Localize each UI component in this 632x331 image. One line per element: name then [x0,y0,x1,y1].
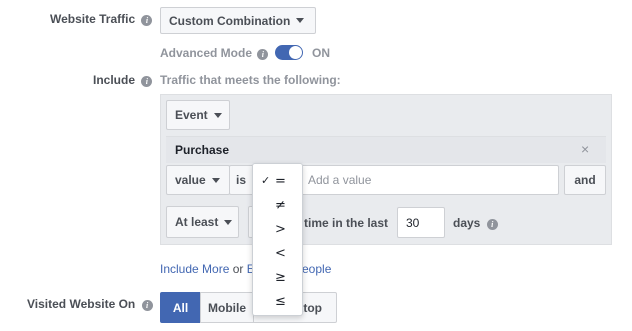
checkmark-icon: ✓ [261,174,271,187]
website-traffic-label: Website Traffic i [50,12,153,26]
frequency-select[interactable]: At least [166,206,239,238]
advanced-mode-state: ON [312,46,330,60]
include-description: Traffic that meets the following: [160,73,341,87]
operator-option-greater-or-equal[interactable]: ≥ [253,266,302,290]
operator-option-less-or-equal[interactable]: ≤ [253,290,302,314]
parameter-select[interactable]: value [166,165,230,195]
info-icon[interactable]: i [257,49,269,60]
close-icon[interactable]: × [581,141,589,157]
advanced-mode-label: Advanced Mode i [160,46,269,60]
operator-dropdown-menu: ✓ = ≠ > < ≥ ≤ [252,163,303,316]
event-header [166,136,606,163]
include-more-link[interactable]: Include More [160,262,229,276]
value-input[interactable] [299,165,559,195]
or-text: or [232,262,244,276]
website-traffic-select[interactable]: Custom Combination [160,7,316,34]
event-select-value: Event [175,108,208,122]
caret-down-icon [296,18,305,23]
event-select[interactable]: Event [166,100,230,130]
caret-down-icon [211,177,220,183]
operator-select-value: is [236,173,247,187]
and-button[interactable]: and [564,165,606,195]
info-icon[interactable]: i [486,219,498,230]
caret-down-icon [213,112,222,118]
include-exclude-links: Include More or E [160,262,255,276]
info-icon[interactable]: i [141,76,153,87]
parameter-select-value: value [175,173,206,187]
device-option-all[interactable]: All [160,292,201,323]
info-icon[interactable]: i [141,15,153,26]
operator-option-greater-than[interactable]: > [253,218,302,242]
website-traffic-value: Custom Combination [169,13,291,28]
frequency-select-value: At least [175,215,219,229]
advanced-mode-toggle[interactable] [275,45,303,60]
days-input[interactable] [397,207,445,238]
days-label: days i [453,216,498,230]
include-label: Include i [93,73,153,87]
operator-option-less-than[interactable]: < [253,242,302,266]
operator-option-not-equals[interactable]: ≠ [253,194,302,218]
time-in-the-last-text: time in the last [304,216,389,230]
caret-down-icon [224,219,233,225]
device-option-mobile[interactable]: Mobile [200,292,254,323]
toggle-knob [289,46,302,59]
info-icon[interactable]: i [141,300,153,311]
event-name: Purchase [175,143,230,157]
visited-website-on-label: Visited Website On i [27,297,153,311]
operator-option-equals[interactable]: ✓ = [253,170,302,194]
exclude-link-tail[interactable]: eople [302,262,331,276]
